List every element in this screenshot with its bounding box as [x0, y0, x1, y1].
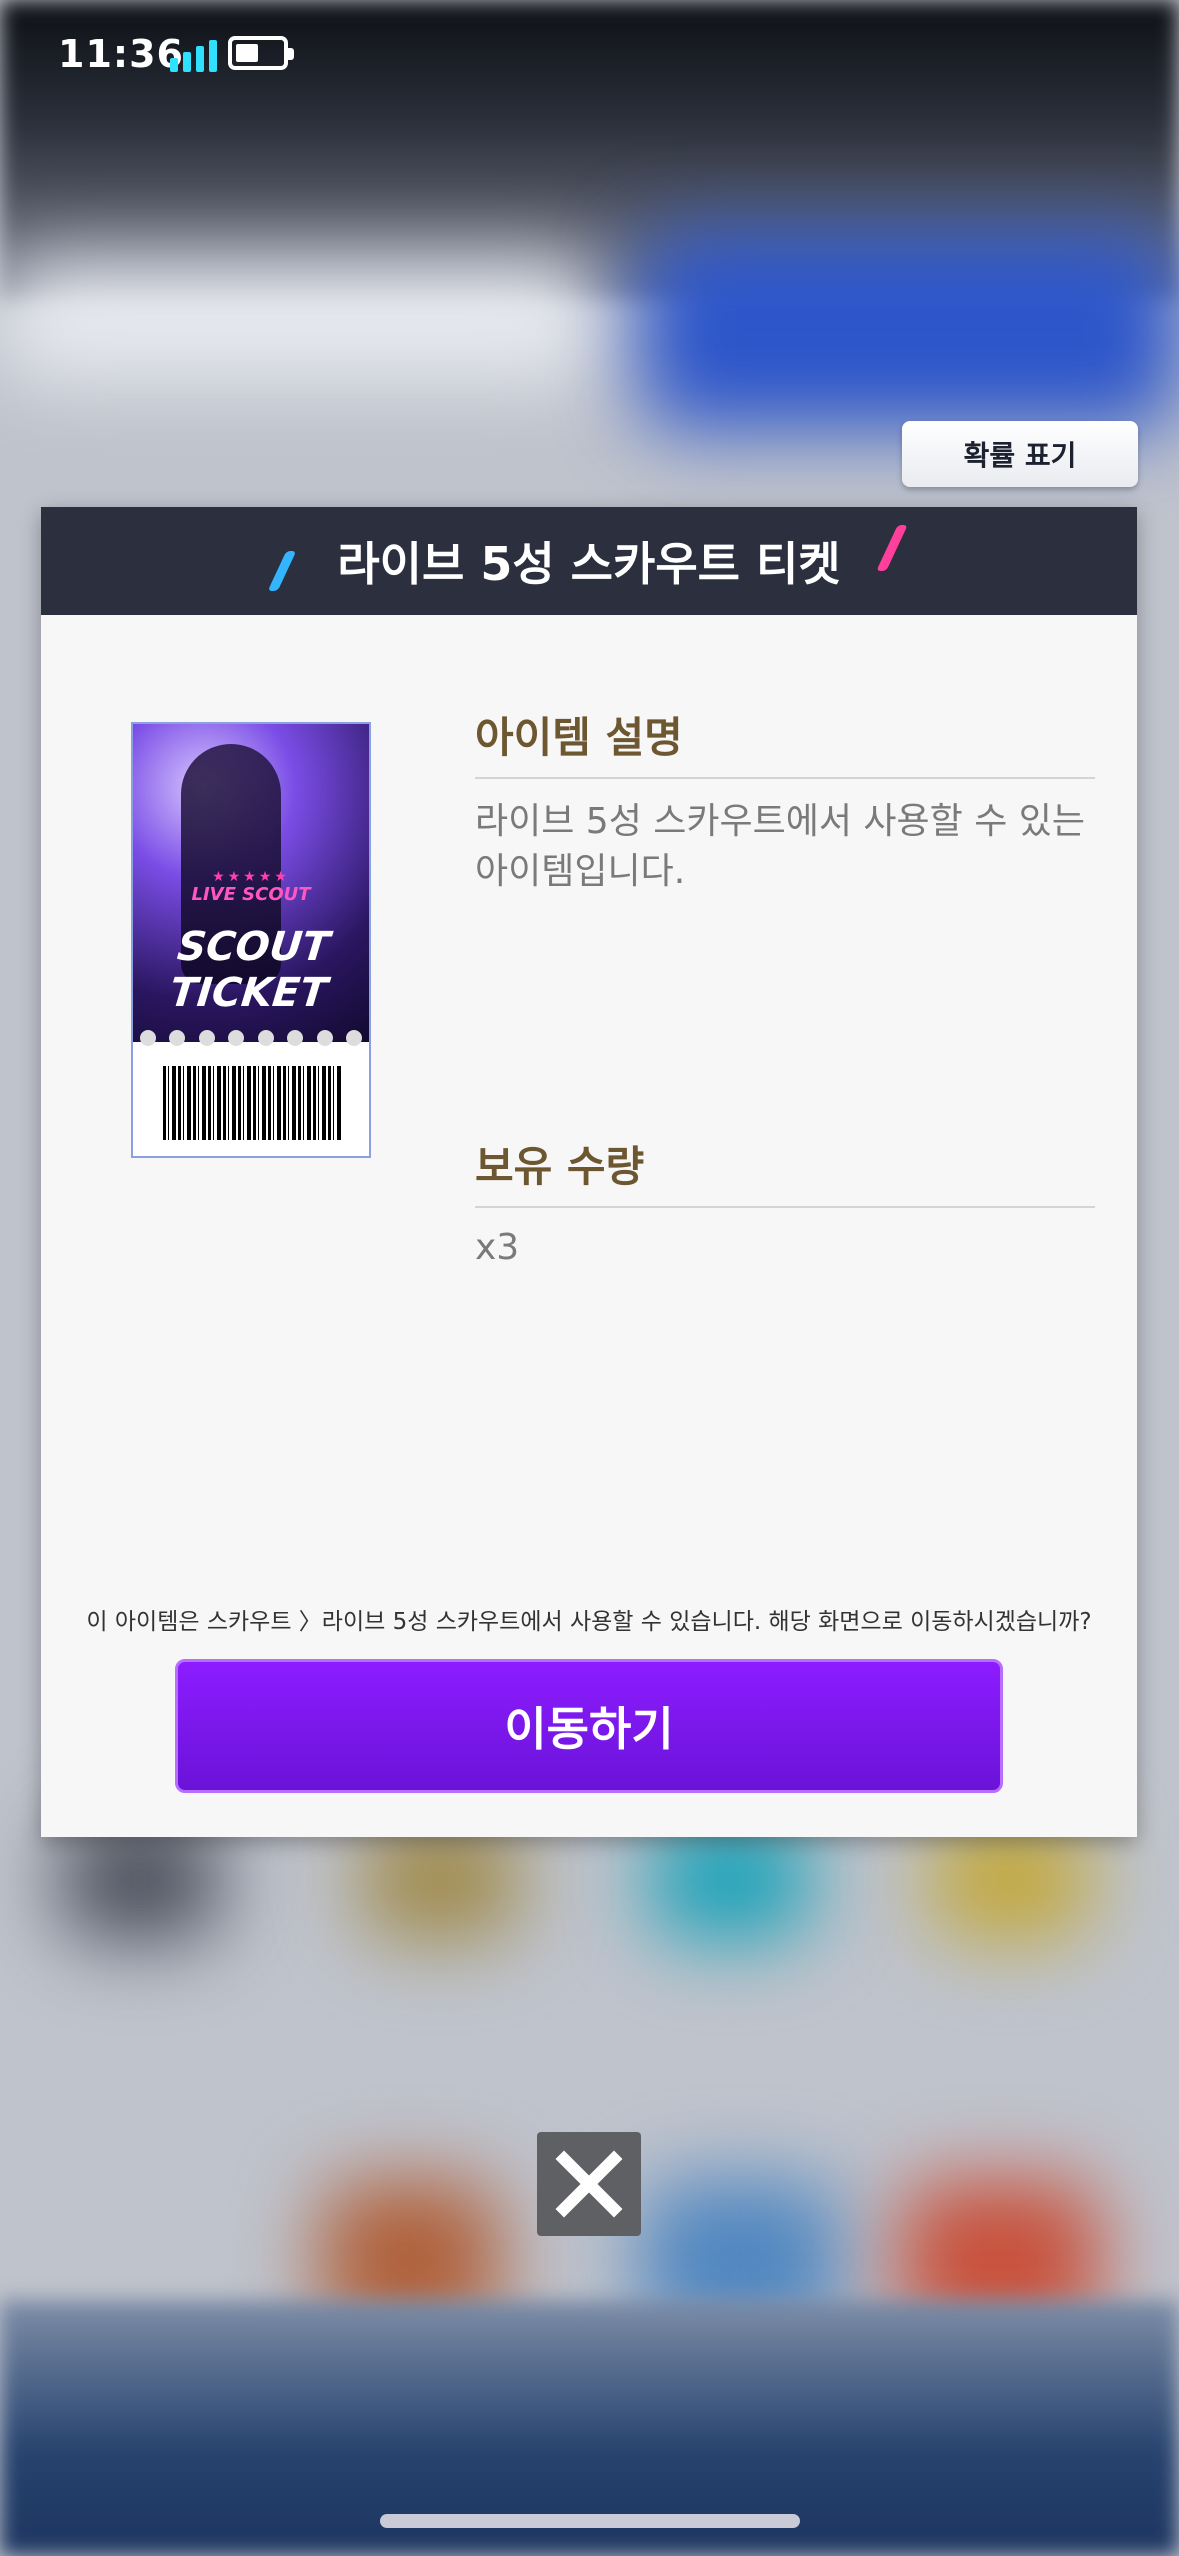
- close-button[interactable]: [537, 2132, 641, 2236]
- modal-header: 라이브 5성 스카우트 티켓: [41, 507, 1137, 615]
- quantity-title: 보유 수량: [475, 1142, 645, 1191]
- move-button[interactable]: 이동하기: [175, 1659, 1003, 1793]
- scout-ticket-image: ★★★★★ LIVE SCOUT SCOUT TICKET: [131, 722, 371, 1158]
- move-notice: 이 아이템은 스카우트 〉라이브 5성 스카우트에서 사용할 수 있습니다. 해…: [86, 1609, 1092, 1635]
- battery-icon: [228, 36, 294, 70]
- home-indicator[interactable]: [380, 2514, 800, 2528]
- clock: 11:36: [58, 32, 184, 76]
- ticket-main-text: SCOUT TICKET: [167, 924, 332, 1016]
- modal-title: 라이브 5성 스카우트 티켓: [337, 537, 841, 591]
- blue-slash-decoration: [267, 551, 297, 591]
- probability-button[interactable]: 확률 표기: [902, 421, 1138, 487]
- status-bar: 11:36: [0, 0, 1179, 110]
- divider: [475, 1206, 1095, 1208]
- ticket-perforation: [133, 1030, 369, 1050]
- item-detail-modal: 라이브 5성 스카우트 티켓 ★★★★★ LIVE SCOUT SCOUT TI…: [41, 507, 1137, 1837]
- divider: [475, 777, 1095, 779]
- quantity-value: x3: [475, 1227, 520, 1268]
- pink-slash-decoration: [876, 525, 908, 571]
- description-text: 라이브 5성 스카우트에서 사용할 수 있는 아이템입니다.: [475, 801, 1086, 892]
- ticket-subtitle: LIVE SCOUT: [191, 884, 311, 905]
- stars-icon: ★★★★★: [212, 869, 290, 885]
- description-title: 아이템 설명: [475, 713, 683, 762]
- barcode-icon: [163, 1066, 343, 1140]
- signal-icon: [170, 38, 217, 72]
- close-icon: [555, 2150, 623, 2218]
